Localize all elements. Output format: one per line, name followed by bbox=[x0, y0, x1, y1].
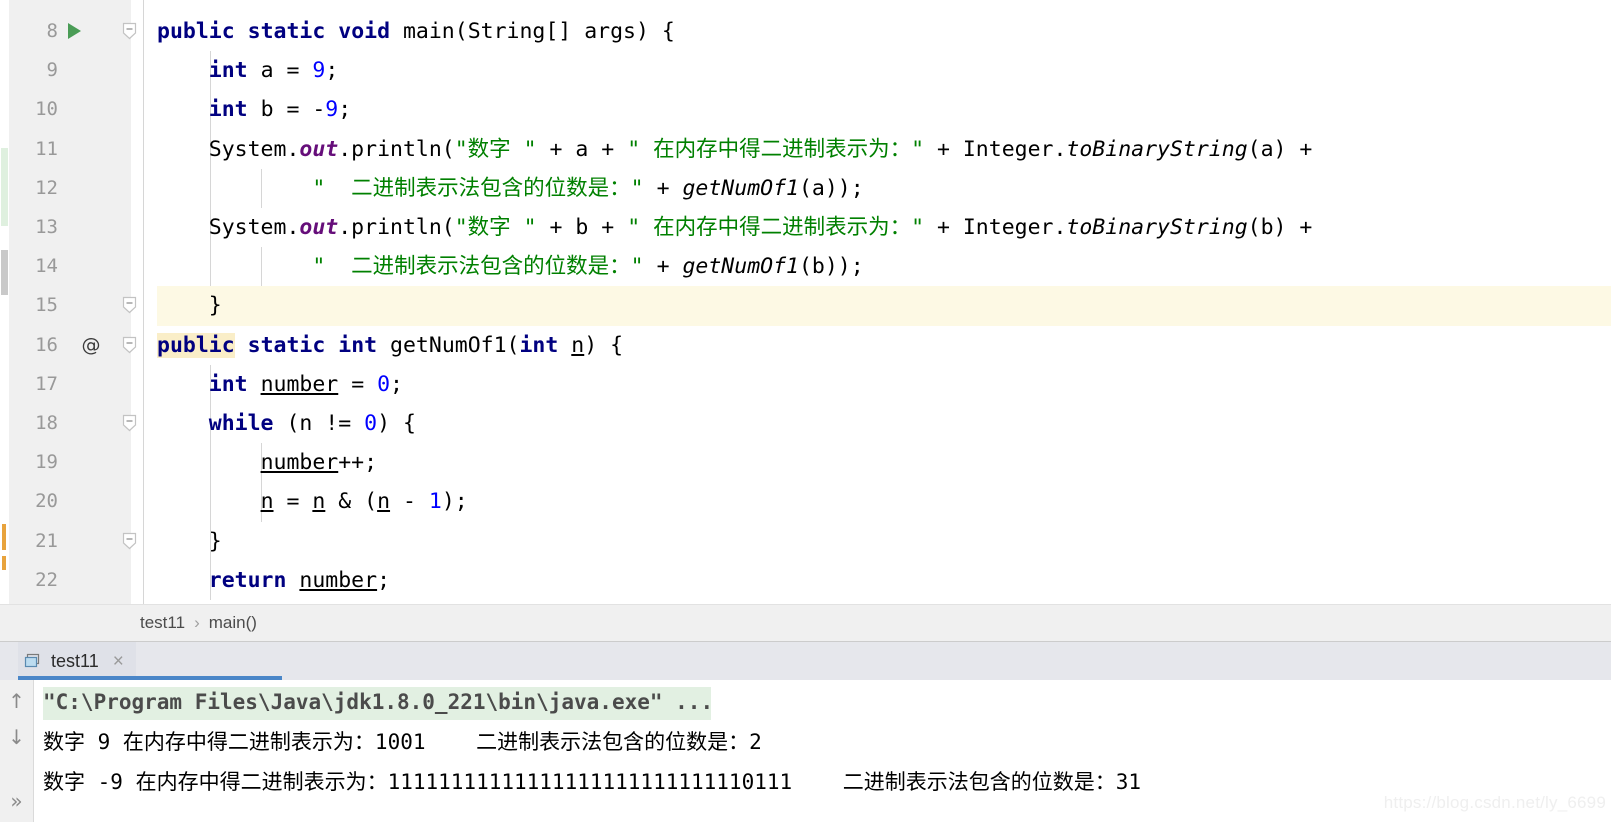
line-number: 9 bbox=[46, 59, 58, 82]
console-output[interactable]: "C:\Program Files\Java\jdk1.8.0_221\bin\… bbox=[34, 680, 1611, 822]
override-method-icon[interactable]: @ bbox=[80, 326, 102, 365]
console-output-line: 数字 9 在内存中得二进制表示为：1001 二进制表示法包含的位数是：2 bbox=[43, 730, 762, 754]
line-number: 21 bbox=[35, 529, 58, 552]
console-output-line: 数字 -9 在内存中得二进制表示为：1111111111111111111111… bbox=[43, 770, 1142, 794]
breadcrumb-item[interactable]: main() bbox=[209, 613, 257, 632]
editor-line[interactable]: 8 public static void main(String[] args) … bbox=[0, 12, 1611, 51]
line-code: public static void main(String[] args) { bbox=[157, 19, 675, 44]
line-code: while (n != 0) { bbox=[208, 411, 416, 436]
breadcrumb-item[interactable]: test11 bbox=[140, 613, 185, 632]
more-button[interactable]: » bbox=[4, 788, 29, 814]
breadcrumb-separator: › bbox=[194, 613, 200, 632]
close-icon[interactable]: × bbox=[113, 652, 124, 671]
editor-line[interactable]: 17 int number = 0; bbox=[0, 364, 1611, 404]
ide-window: 8 public static void main(String[] args) … bbox=[0, 0, 1611, 822]
line-number: 12 bbox=[35, 176, 58, 199]
line-code: int b = -9; bbox=[208, 97, 352, 123]
editor-line[interactable]: 18 while (n != 0) { bbox=[0, 404, 1611, 444]
editor-line[interactable]: 10 int b = -9; bbox=[0, 90, 1611, 130]
fold-collapse-icon[interactable] bbox=[120, 336, 139, 355]
line-code: " 二进制表示法包含的位数是：" + getNumOf1(a)); bbox=[312, 175, 864, 201]
line-number: 22 bbox=[35, 568, 58, 591]
fold-collapse-icon[interactable] bbox=[120, 532, 139, 551]
console-command-line: "C:\Program Files\Java\jdk1.8.0_221\bin\… bbox=[43, 690, 714, 714]
editor-line[interactable]: 9 int a = 9; bbox=[0, 51, 1611, 91]
editor-line[interactable]: 19 number++; bbox=[0, 443, 1611, 483]
editor-line[interactable]: 12 " 二进制表示法包含的位数是：" + getNumOf1(a)); bbox=[0, 168, 1611, 208]
scroll-down-button[interactable]: ↓ bbox=[4, 724, 29, 750]
line-number: 17 bbox=[35, 372, 58, 395]
line-number: 10 bbox=[35, 98, 58, 121]
editor-line[interactable]: 13 System.out.println("数字 " + b + " 在内存中… bbox=[0, 208, 1611, 248]
fold-collapse-icon[interactable] bbox=[120, 414, 139, 433]
line-code: System.out.println("数字 " + b + " 在内存中得二进… bbox=[157, 215, 1313, 240]
line-code: int a = 9; bbox=[208, 58, 339, 84]
editor-line[interactable]: 15 } bbox=[0, 286, 1611, 326]
vcs-marker-green[interactable] bbox=[1, 148, 8, 226]
vcs-marker-orange[interactable] bbox=[2, 524, 6, 550]
console-tab-bar[interactable]: test11 × bbox=[0, 642, 1611, 680]
fold-collapse-icon[interactable] bbox=[120, 22, 139, 41]
editor-line[interactable]: 16 @ public static int getNumOf1(int n) { bbox=[0, 326, 1611, 365]
code-editor[interactable]: 8 public static void main(String[] args) … bbox=[0, 0, 1611, 604]
line-number: 19 bbox=[35, 451, 58, 474]
line-number: 20 bbox=[35, 490, 58, 513]
editor-line[interactable]: 11 System.out.println("数字 " + a + " 在内存中… bbox=[0, 129, 1611, 169]
line-number: 8 bbox=[46, 20, 58, 42]
line-number: 13 bbox=[35, 216, 58, 238]
line-code: return number; bbox=[208, 567, 391, 593]
editor-line[interactable]: 14 " 二进制表示法包含的位数是：" + getNumOf1(b)); bbox=[0, 247, 1611, 287]
vcs-marker-gray[interactable] bbox=[1, 250, 8, 295]
line-code: number++; bbox=[260, 450, 378, 476]
line-number: 11 bbox=[35, 137, 58, 160]
console-tab-label: test11 bbox=[51, 650, 99, 671]
line-number: 18 bbox=[35, 412, 58, 434]
console-side-toolbar[interactable]: ↑ ↓ » bbox=[0, 680, 34, 822]
fold-guide-line bbox=[143, 0, 144, 604]
editor-line[interactable]: 22 return number; bbox=[0, 560, 1611, 600]
line-code: System.out.println("数字 " + a + " 在内存中得二进… bbox=[157, 136, 1313, 162]
line-code: } bbox=[157, 528, 222, 554]
fold-collapse-icon[interactable] bbox=[120, 296, 139, 315]
run-triangle-icon[interactable] bbox=[68, 23, 81, 39]
scroll-up-button[interactable]: ↑ bbox=[4, 688, 29, 714]
line-code: public static int getNumOf1(int n) { bbox=[157, 332, 624, 358]
console-tab-test11[interactable]: test11 × bbox=[18, 642, 136, 680]
watermark: https://blog.csdn.net/ly_6699 bbox=[1383, 793, 1606, 812]
vcs-marker-orange[interactable] bbox=[2, 556, 6, 570]
line-number: 15 bbox=[35, 294, 58, 317]
line-number: 16 bbox=[35, 333, 58, 356]
line-code: int number = 0; bbox=[208, 371, 403, 397]
editor-line[interactable]: 20 n = n & (n - 1); bbox=[0, 482, 1611, 522]
editor-line[interactable]: 21 } bbox=[0, 521, 1611, 561]
console-window-icon bbox=[24, 652, 42, 670]
vcs-change-strip[interactable] bbox=[0, 0, 9, 604]
line-code: n = n & (n - 1); bbox=[260, 489, 468, 515]
line-number: 14 bbox=[35, 255, 58, 278]
line-code: } bbox=[157, 293, 222, 319]
breadcrumb[interactable]: test11 › main() bbox=[0, 604, 1611, 641]
run-console-panel: test11 × ↑ ↓ » "C:\Program Files\Java\jdk1… bbox=[0, 641, 1611, 822]
line-code: " 二进制表示法包含的位数是：" + getNumOf1(b)); bbox=[312, 254, 864, 280]
